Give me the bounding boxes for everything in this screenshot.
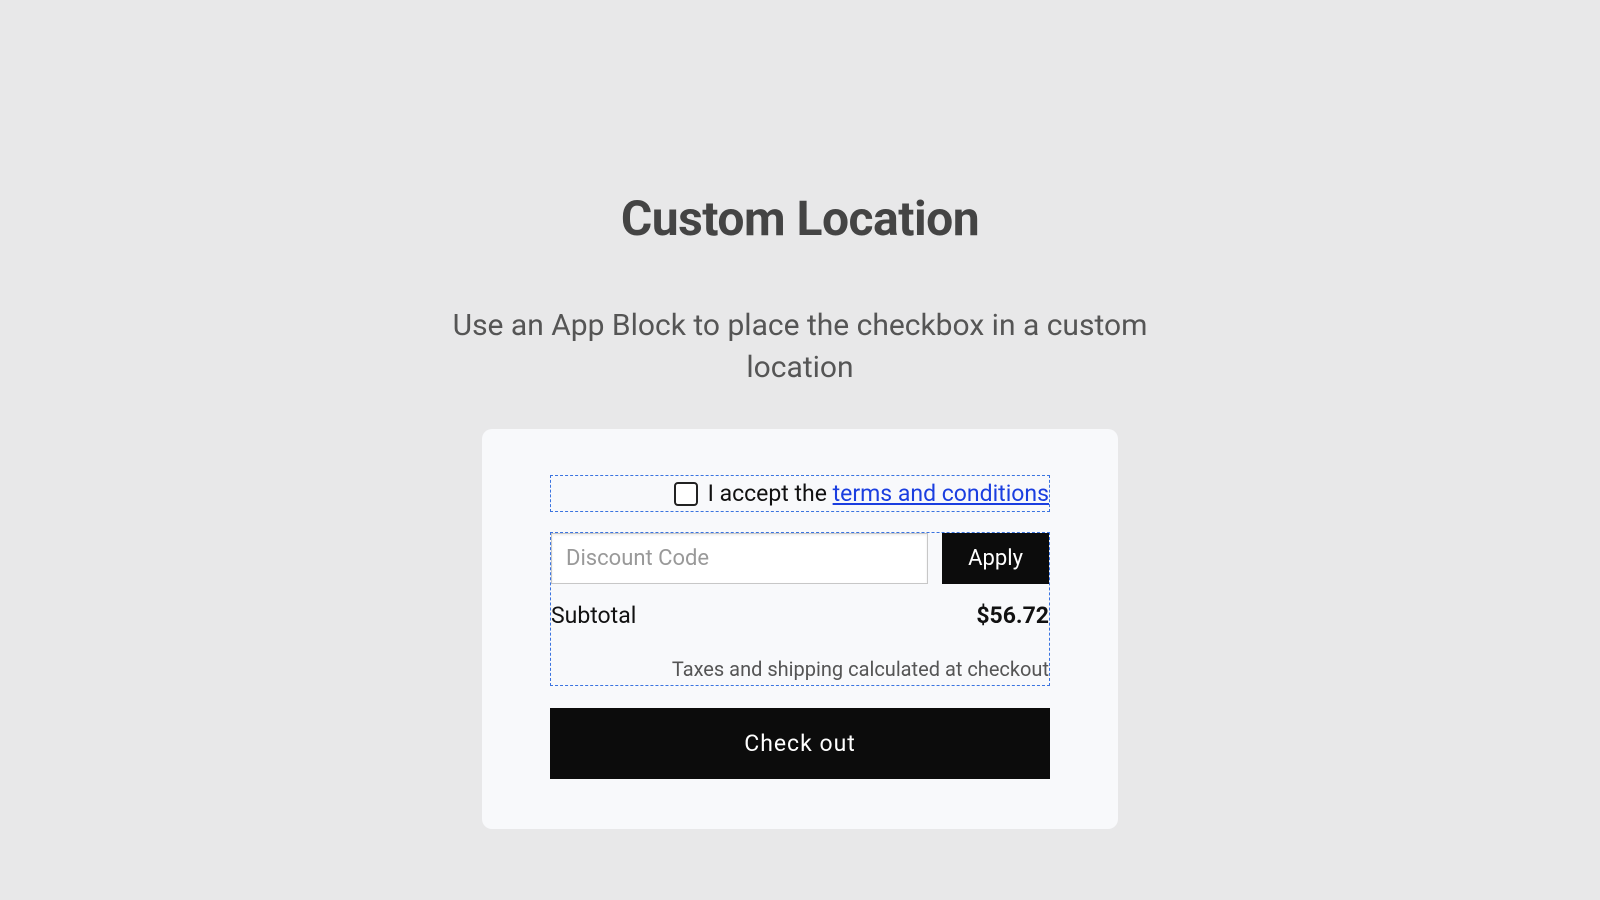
page-subtitle: Use an App Block to place the checkbox i… xyxy=(450,305,1150,389)
apply-button[interactable]: Apply xyxy=(942,533,1049,584)
discount-code-input[interactable] xyxy=(551,533,928,584)
checkout-card: I accept the terms and conditions Apply … xyxy=(482,429,1118,829)
terms-checkbox[interactable] xyxy=(674,482,698,506)
checkout-button[interactable]: Check out xyxy=(550,708,1050,779)
discount-block: Apply Subtotal $56.72 Taxes and shipping… xyxy=(550,532,1050,686)
terms-prefix: I accept the xyxy=(708,480,833,507)
page-title: Custom Location xyxy=(621,190,979,247)
subtotal-value: $56.72 xyxy=(976,602,1049,629)
terms-link[interactable]: terms and conditions xyxy=(833,480,1049,507)
terms-row: I accept the terms and conditions xyxy=(550,475,1050,512)
discount-row: Apply xyxy=(551,533,1049,584)
terms-text: I accept the terms and conditions xyxy=(708,480,1049,507)
subtotal-label: Subtotal xyxy=(551,602,636,629)
subtotal-row: Subtotal $56.72 xyxy=(551,584,1049,629)
tax-shipping-note: Taxes and shipping calculated at checkou… xyxy=(551,629,1049,685)
